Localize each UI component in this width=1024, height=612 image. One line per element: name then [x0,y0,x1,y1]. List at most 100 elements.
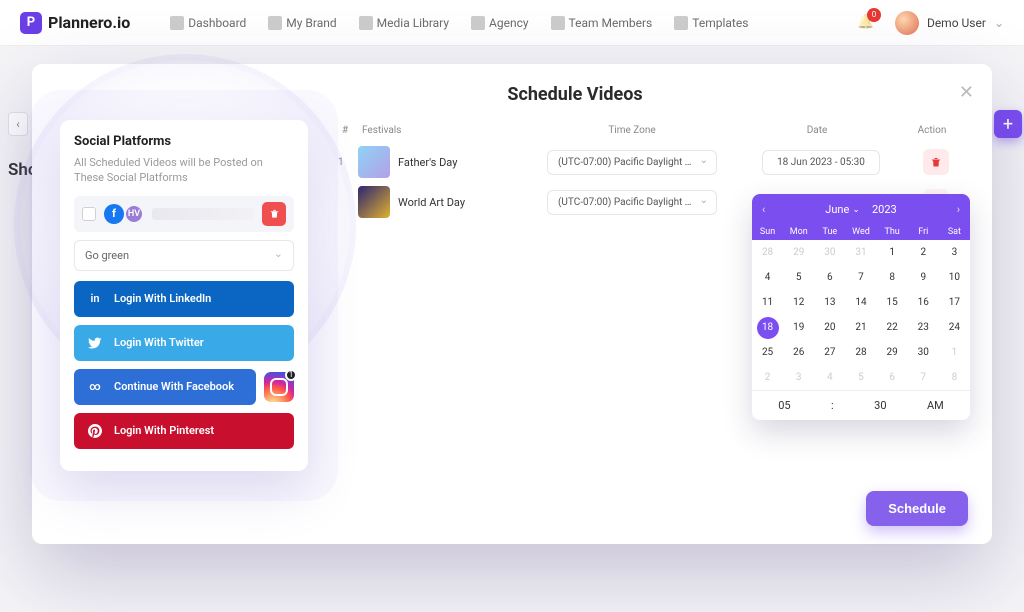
calendar-day[interactable]: 24 [939,315,970,340]
calendar-day[interactable]: 8 [877,265,908,290]
table-header: # Festivals Time Zone Date Action [332,119,972,142]
calendar-day[interactable]: 28 [752,240,783,265]
calendar-day[interactable]: 5 [845,365,876,390]
social-title: Social Platforms [74,134,294,149]
video-thumb-icon [358,146,390,178]
th-action: Action [902,125,962,136]
month-select[interactable]: June ⌄ [825,203,860,216]
ampm-toggle[interactable]: AM [927,399,944,412]
calendar-day[interactable]: 6 [877,365,908,390]
row-num: 1 [338,157,358,168]
calendar-day[interactable]: 7 [908,365,939,390]
calendar-day[interactable]: 30 [908,340,939,365]
calendar-day[interactable]: 20 [814,315,845,340]
schedule-button[interactable]: Schedule [866,491,968,526]
calendar-day[interactable]: 2 [908,240,939,265]
facebook-icon: f [104,204,124,224]
social-platforms-panel: Social Platforms All Scheduled Videos wi… [60,120,308,471]
btn-label: Login With LinkedIn [114,292,211,305]
calendar-day[interactable]: 5 [783,265,814,290]
calendar-day[interactable]: 19 [783,315,814,340]
calendar-day[interactable]: 27 [814,340,845,365]
instagram-badge: 1 [285,369,297,381]
btn-label: Login With Pinterest [114,424,214,437]
prev-month-icon[interactable]: ‹ [758,203,769,216]
video-thumb-icon [358,186,390,218]
calendar-day[interactable]: 23 [908,315,939,340]
calendar-day[interactable]: 12 [783,290,814,315]
account-name-blurred [152,208,254,220]
calendar-day[interactable]: 3 [783,365,814,390]
dow-label: Mon [783,227,814,237]
delete-button[interactable] [923,149,949,175]
th-date: Date [732,125,902,136]
connected-account-row: f HV [74,196,294,232]
login-linkedin-button[interactable]: in Login With LinkedIn [74,281,294,317]
calendar-day[interactable]: 13 [814,290,845,315]
calendar-day[interactable]: 9 [908,265,939,290]
calendar-day[interactable]: 1 [939,340,970,365]
remove-account-button[interactable] [262,202,286,226]
th-tz: Time Zone [532,125,732,136]
calendar-day[interactable]: 29 [783,240,814,265]
pinterest-icon [86,422,104,440]
dow-label: Tue [814,227,845,237]
close-icon[interactable]: ✕ [959,82,974,103]
calendar-day[interactable]: 11 [752,290,783,315]
dow-label: Sun [752,227,783,237]
timezone-select[interactable]: (UTC-07:00) Pacific Daylight Time (U... [547,190,717,215]
calendar-grid: 2829303112345678910111213141516171819202… [752,240,970,390]
hour-input[interactable]: 05 [778,399,790,412]
calendar-day[interactable]: 30 [814,240,845,265]
calendar-day[interactable]: 1 [877,240,908,265]
login-facebook-button[interactable]: ∞ Continue With Facebook [74,369,256,405]
login-pinterest-button[interactable]: Login With Pinterest [74,413,294,449]
calendar-day[interactable]: 17 [939,290,970,315]
calendar-day[interactable]: 10 [939,265,970,290]
brand-dropdown[interactable]: Go green [74,240,294,271]
calendar-day[interactable]: 18 [752,315,783,340]
next-month-icon[interactable]: › [953,203,964,216]
time-picker: 05 : 30 AM [752,390,970,420]
timezone-select[interactable]: (UTC-07:00) Pacific Daylight Time (U... [547,150,717,175]
calendar-day[interactable]: 3 [939,240,970,265]
calendar-day[interactable]: 26 [783,340,814,365]
btn-label: Login With Twitter [114,336,204,349]
calendar-day[interactable]: 25 [752,340,783,365]
checkbox[interactable] [82,207,96,221]
calendar-day[interactable]: 28 [845,340,876,365]
linkedin-icon: in [86,290,104,308]
trash-icon [930,156,942,168]
instagram-button[interactable]: 1 [264,372,294,402]
dow-label: Sat [939,227,970,237]
trash-icon [269,208,280,219]
date-input[interactable]: 18 Jun 2023 - 05:30 [762,150,880,175]
calendar-day[interactable]: 29 [877,340,908,365]
calendar-day[interactable]: 8 [939,365,970,390]
calendar-day[interactable]: 6 [814,265,845,290]
profile-chip: HV [124,204,144,224]
calendar-day[interactable]: 2 [752,365,783,390]
calendar-day[interactable]: 15 [877,290,908,315]
facebook-icon: ∞ [86,378,104,396]
dow-label: Thu [877,227,908,237]
table-row: 1 Father's Day (UTC-07:00) Pacific Dayli… [332,142,972,182]
twitter-icon [86,334,104,352]
login-twitter-button[interactable]: Login With Twitter [74,325,294,361]
social-subtitle: All Scheduled Videos will be Posted on T… [74,155,294,186]
calendar-day[interactable]: 21 [845,315,876,340]
calendar-day[interactable]: 14 [845,290,876,315]
dow-label: Fri [908,227,939,237]
minute-input[interactable]: 30 [874,399,886,412]
calendar-day[interactable]: 22 [877,315,908,340]
modal-title: Schedule Videos [182,84,968,105]
btn-label: Continue With Facebook [114,380,234,393]
festival-name: Father's Day [398,156,457,169]
calendar-day[interactable]: 7 [845,265,876,290]
festival-name: World Art Day [398,196,465,209]
calendar-day[interactable]: 4 [752,265,783,290]
calendar-day[interactable]: 16 [908,290,939,315]
calendar-day[interactable]: 31 [845,240,876,265]
calendar-day[interactable]: 4 [814,365,845,390]
year-select[interactable]: 2023 [872,203,897,216]
